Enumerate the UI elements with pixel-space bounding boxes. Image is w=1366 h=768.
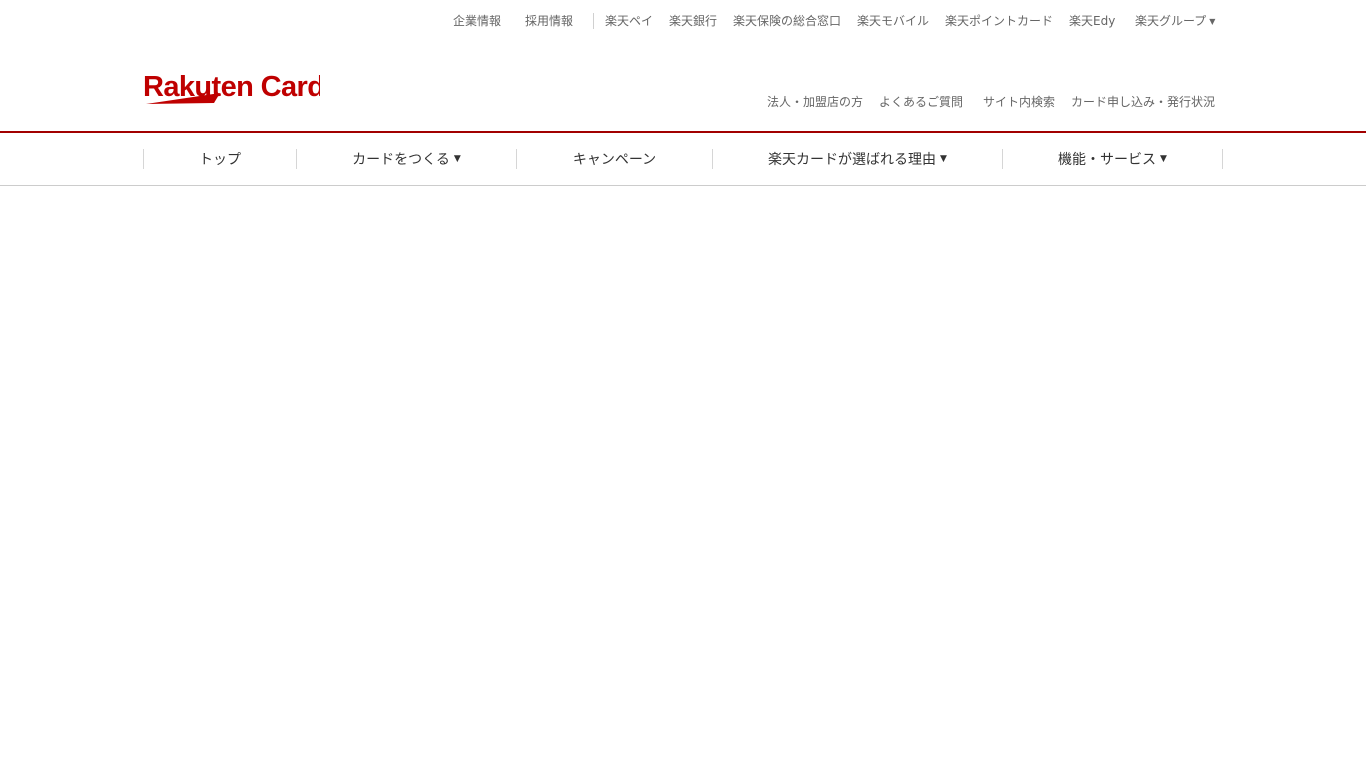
link-application-status[interactable]: カード申し込み・発行状況 — [1071, 94, 1215, 110]
link-faq[interactable]: よくあるご質問 — [879, 94, 963, 110]
nav-reasons-label: 楽天カードが選ばれる理由 — [768, 152, 937, 168]
nav-campaign[interactable]: キャンペーン — [517, 133, 712, 185]
link-rakuten-insurance[interactable]: 楽天保険の総合窓口 — [733, 13, 841, 30]
rakuten-group-label: 楽天グループ — [1135, 14, 1207, 28]
main-nav: トップ カードをつくる ▼ キャンペーン 楽天カードが選ばれる理由 ▼ 機能・サービ… — [0, 133, 1366, 186]
nav-divider — [1222, 149, 1223, 169]
top-utility-bar: 企業情報 採用情報 楽天ペイ 楽天銀行 楽天保険の総合窓口 楽天モバイル 楽天ポ… — [0, 13, 1366, 31]
nav-make-card-label: カードをつくる — [352, 152, 450, 168]
link-recruit-info[interactable]: 採用情報 — [525, 13, 573, 30]
link-rakuten-point-card[interactable]: 楽天ポイントカード — [945, 13, 1053, 30]
nav-features[interactable]: 機能・サービス ▼ — [1003, 133, 1222, 185]
nav-make-card[interactable]: カードをつくる ▼ — [297, 133, 516, 185]
link-corporate[interactable]: 法人・加盟店の方 — [767, 94, 863, 110]
main-content — [0, 187, 1366, 768]
caret-down-icon: ▼ — [940, 154, 947, 164]
rakuten-group-dropdown[interactable]: 楽天グループ ▼ — [1135, 13, 1215, 30]
rakuten-card-logo[interactable]: Rakuten Card — [142, 66, 320, 108]
nav-features-label: 機能・サービス — [1058, 152, 1157, 168]
utility-divider — [593, 13, 594, 29]
link-site-search[interactable]: サイト内検索 — [983, 94, 1055, 110]
link-rakuten-bank[interactable]: 楽天銀行 — [669, 13, 717, 30]
link-company-info[interactable]: 企業情報 — [453, 13, 501, 30]
page: 企業情報 採用情報 楽天ペイ 楽天銀行 楽天保険の総合窓口 楽天モバイル 楽天ポ… — [0, 0, 1366, 768]
nav-top-label: トップ — [199, 152, 241, 168]
nav-top[interactable]: トップ — [144, 133, 296, 185]
link-rakuten-pay[interactable]: 楽天ペイ — [605, 13, 653, 30]
link-rakuten-mobile[interactable]: 楽天モバイル — [857, 13, 929, 30]
caret-down-icon: ▼ — [1209, 17, 1216, 26]
link-rakuten-edy[interactable]: 楽天Edy — [1069, 13, 1115, 30]
nav-reasons[interactable]: 楽天カードが選ばれる理由 ▼ — [713, 133, 1002, 185]
nav-campaign-label: キャンペーン — [572, 152, 657, 168]
logo-wordmark: Rakuten Card — [143, 71, 320, 103]
caret-down-icon: ▼ — [1160, 154, 1167, 164]
caret-down-icon: ▼ — [453, 154, 461, 164]
